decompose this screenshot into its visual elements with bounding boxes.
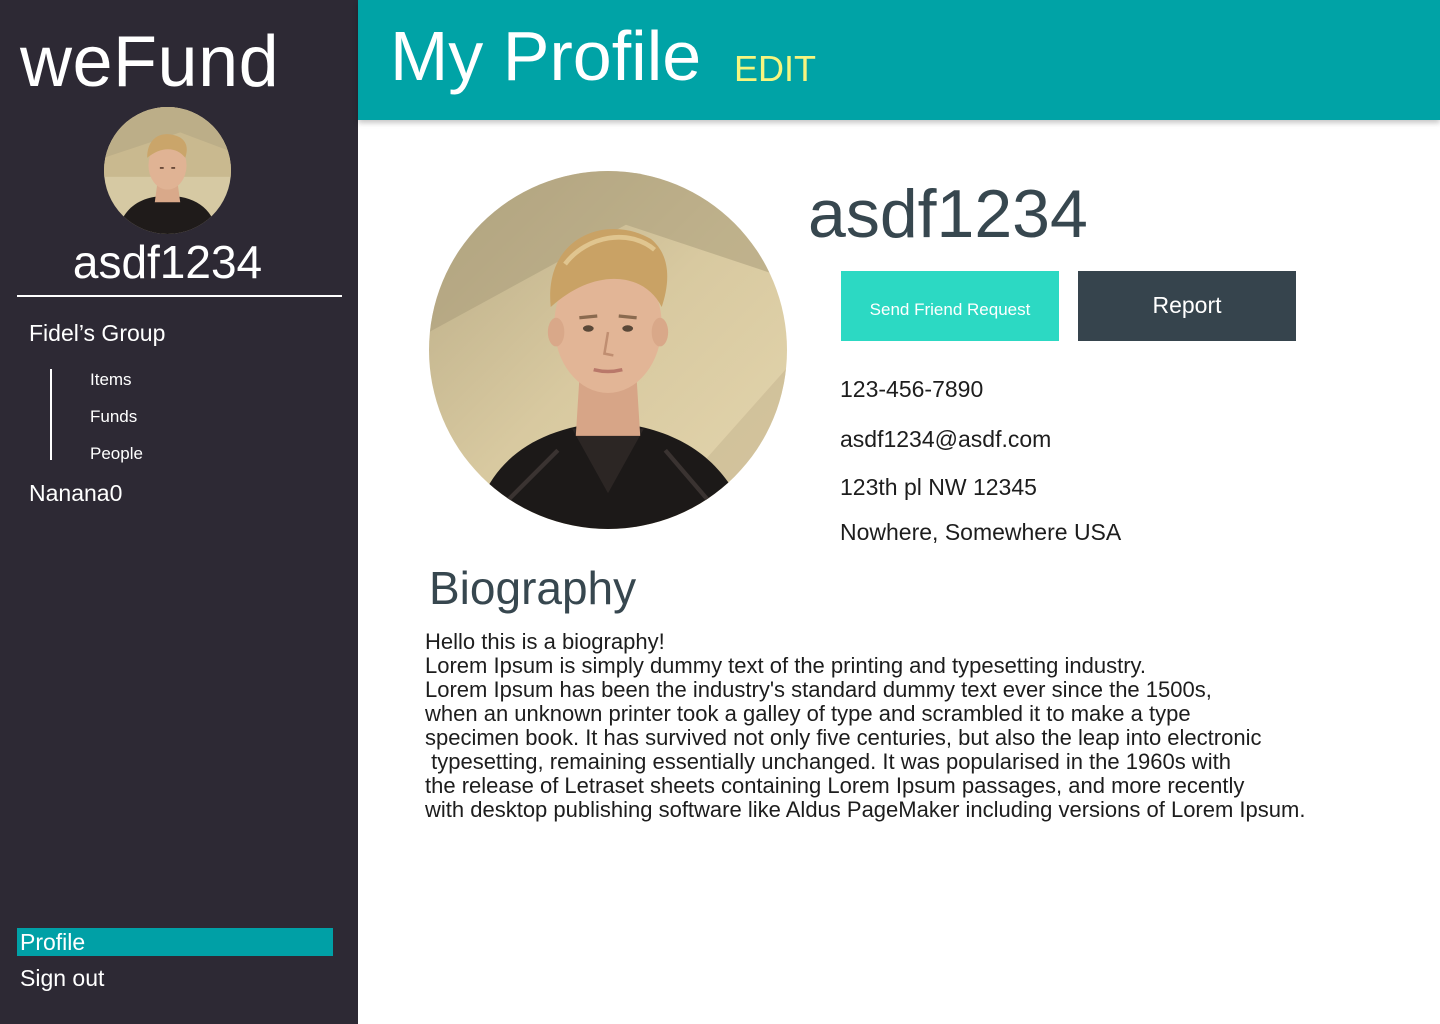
sidebar-username: asdf1234: [72, 236, 263, 288]
app-logo[interactable]: weFund: [20, 20, 279, 104]
sidebar-item-items[interactable]: Items: [90, 369, 132, 391]
profile-phone: 123-456-7890: [840, 376, 984, 402]
sidebar-item-sign-out[interactable]: Sign out: [20, 964, 104, 992]
sidebar-group-nanana0[interactable]: Nanana0: [29, 478, 122, 508]
profile-address-line1: 123th pl NW 12345: [840, 474, 1037, 500]
sidebar-avatar[interactable]: [104, 107, 231, 234]
page-header: My Profile EDIT: [358, 0, 1440, 120]
profile-address-line2: Nowhere, Somewhere USA: [840, 519, 1122, 545]
sidebar-subnav: Items Funds People: [50, 369, 143, 463]
biography-text: Hello this is a biography! Lorem Ipsum i…: [425, 629, 1306, 822]
biography-heading: Biography: [429, 562, 637, 614]
sidebar-group-fidels-group[interactable]: Fidel’s Group: [29, 318, 165, 348]
user-photo-icon: [104, 107, 231, 234]
send-friend-request-button[interactable]: Send Friend Request: [841, 271, 1059, 341]
sidebar-item-people[interactable]: People: [90, 443, 143, 465]
user-photo-icon: [429, 171, 787, 529]
profile-email: asdf1234@asdf.com: [840, 426, 1052, 452]
sidebar-item-funds[interactable]: Funds: [90, 406, 137, 428]
edit-button[interactable]: EDIT: [734, 48, 816, 90]
profile-photo: [429, 171, 787, 529]
profile-username: asdf1234: [808, 176, 1088, 252]
report-button[interactable]: Report: [1078, 271, 1296, 341]
page-title: My Profile: [390, 17, 702, 95]
sidebar: weFund asdf1234 Fidel’s Group Items Fund…: [0, 0, 358, 1024]
sidebar-item-profile[interactable]: Profile: [17, 928, 333, 956]
sidebar-divider: [17, 295, 342, 297]
